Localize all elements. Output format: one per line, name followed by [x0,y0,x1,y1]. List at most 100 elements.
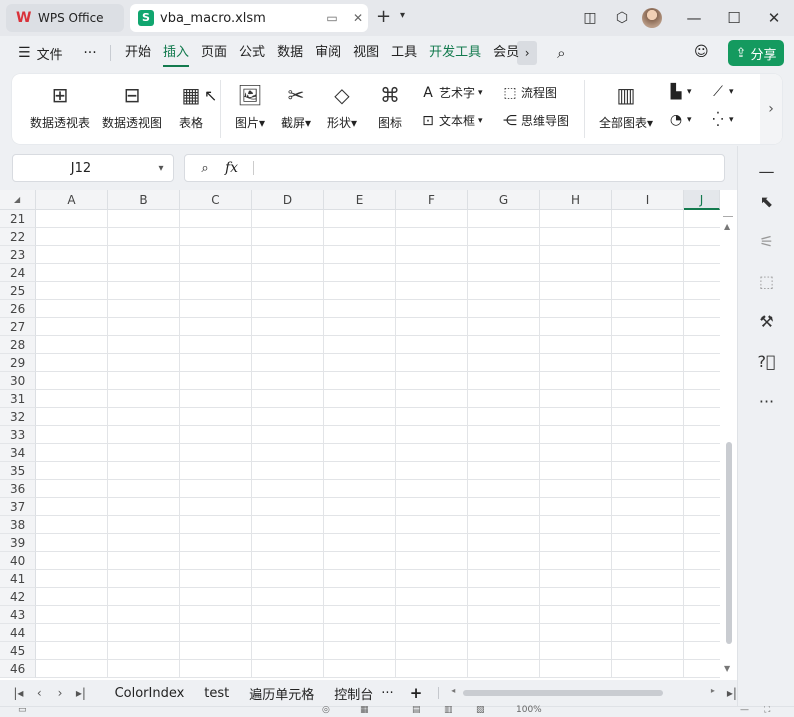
box-icon[interactable]: ⬡ [606,10,638,26]
row-header-33[interactable]: 33 [0,426,36,444]
collapse-panel-icon[interactable]: — [738,162,794,181]
chat-icon[interactable]: ☺ [694,44,709,60]
flowchart-button[interactable]: ⬚ 流程图 [502,84,557,101]
tab-home[interactable]: 开始 [119,36,157,70]
row-header-35[interactable]: 35 [0,462,36,480]
word-art-button[interactable]: A 艺术字 ▾ [420,84,482,101]
formula-bar[interactable]: ⌕ fx [184,154,725,182]
tab-review[interactable]: 审阅 [309,36,347,70]
row-header-39[interactable]: 39 [0,534,36,552]
prev-sheet-icon[interactable]: ‹ [29,686,50,700]
first-sheet-icon[interactable]: |◂ [8,686,29,700]
avatar[interactable] [642,8,662,28]
chevron-down-icon[interactable]: ▾ [400,10,405,21]
vertical-scroll-thumb[interactable] [726,442,732,644]
row-header-21[interactable]: 21 [0,210,36,228]
row-header-24[interactable]: 24 [0,264,36,282]
column-header-d[interactable]: D [252,190,324,210]
add-sheet-plus-icon[interactable]: + [400,684,433,702]
scroll-left-icon[interactable]: ◂ [451,686,455,695]
row-header-34[interactable]: 34 [0,444,36,462]
horizontal-scroll-thumb[interactable] [463,690,664,696]
more-sheets-icon[interactable]: ··· [375,686,399,701]
row-header-40[interactable]: 40 [0,552,36,570]
row-header-41[interactable]: 41 [0,570,36,588]
scatter-chart-button[interactable]: ⁛ ▾ [710,112,733,128]
new-tab-plus-icon[interactable]: + [376,6,391,27]
scroll-up-icon[interactable]: ▲ [724,222,730,231]
tab-data[interactable]: 数据 [271,36,309,70]
mind-map-button[interactable]: ⋲ 思维导图 [502,112,569,129]
column-header-f[interactable]: F [396,190,468,210]
row-header-23[interactable]: 23 [0,246,36,264]
tab-insert[interactable]: 插入 [157,36,195,70]
tab-wps-office[interactable]: W WPS Office [6,4,124,32]
search-icon[interactable]: ⌕ [557,44,565,62]
row-header-43[interactable]: 43 [0,606,36,624]
line-chart-button[interactable]: ⟋ ▾ [710,84,733,100]
row-header-26[interactable]: 26 [0,300,36,318]
pivot-table-button[interactable]: ⊞ 数据透视表 [28,80,92,131]
vertical-scrollbar[interactable]: ▲ ▼ [720,210,737,678]
zoom-level[interactable]: 100% [516,705,542,715]
layout-icon[interactable]: ◫ [574,10,606,26]
close-window-icon[interactable]: ✕ [754,9,794,27]
row-header-36[interactable]: 36 [0,480,36,498]
tab-tools[interactable]: 工具 [385,36,423,70]
tab-formula[interactable]: 公式 [233,36,271,70]
view-eye-icon[interactable]: ◎ [322,705,330,715]
transform-icon[interactable]: ⬚ [738,272,794,291]
pivot-chart-button[interactable]: ⊟ 数据透视图 [100,80,164,131]
picture-button[interactable]: 🖼︎ 图片▾ [230,80,270,131]
row-header-42[interactable]: 42 [0,588,36,606]
row-header-32[interactable]: 32 [0,408,36,426]
minimize-icon[interactable]: — [674,9,714,27]
zoom-minus-icon[interactable]: — [740,705,749,715]
fullscreen-icon[interactable]: ⛶ [764,705,770,715]
zoom-search-icon[interactable]: ⌕ [185,161,225,176]
row-header-31[interactable]: 31 [0,390,36,408]
row-header-45[interactable]: 45 [0,642,36,660]
column-header-i[interactable]: I [612,190,684,210]
view-mode-icon[interactable]: ▦ [360,705,369,715]
share-button[interactable]: ⇪ 分享 [728,40,784,66]
tab-developer[interactable]: 开发工具 [423,36,487,70]
sheet-tab-iterate-cells[interactable]: 遍历单元格 [239,684,324,703]
monitor-icon[interactable]: ▭ [322,11,342,25]
pie-chart-button[interactable]: ◔ ▾ [668,112,692,128]
row-header-30[interactable]: 30 [0,372,36,390]
function-fx-icon[interactable]: fx [225,160,247,176]
next-sheet-icon[interactable]: › [50,686,71,700]
help-icon[interactable]: ?⃝ [738,352,794,371]
name-box[interactable]: J12 ▾ [12,154,174,182]
macro-status-icon[interactable]: ▭ [18,705,27,715]
all-charts-button[interactable]: ▥ 全部图表▾ [596,80,656,131]
sheet-tab-console[interactable]: 控制台 [324,684,375,703]
sheet-tab-colorindex[interactable]: ColorIndex [105,686,195,701]
tab-view[interactable]: 视图 [347,36,385,70]
row-header-28[interactable]: 28 [0,336,36,354]
tab-workbook[interactable]: S vba_macro.xlsm ▭ ✕ [130,4,368,32]
row-header-44[interactable]: 44 [0,624,36,642]
more-icon[interactable]: ··· [70,45,110,61]
tab-member[interactable]: 会员 [487,36,523,70]
select-all-corner[interactable]: ◢ [0,190,36,210]
adjust-sliders-icon[interactable]: ⚟ [738,232,794,251]
page-break-icon[interactable]: ▧ [476,705,485,715]
row-header-38[interactable]: 38 [0,516,36,534]
normal-view-icon[interactable]: ▤ [412,705,421,715]
row-header-29[interactable]: 29 [0,354,36,372]
page-layout-icon[interactable]: ▥ [444,705,453,715]
column-header-e[interactable]: E [324,190,396,210]
ribbon-expand-chevron-right-icon[interactable]: › [760,74,782,144]
more-options-icon[interactable]: ··· [738,392,794,411]
scroll-down-icon[interactable]: ▼ [724,664,730,673]
file-menu-button[interactable]: ☰ 文件 [0,44,70,63]
column-header-h[interactable]: H [540,190,612,210]
tab-page[interactable]: 页面 [195,36,233,70]
screenshot-button[interactable]: ✂ 截屏▾ [276,80,316,131]
scroll-right-icon[interactable]: ▸ [711,686,715,695]
maximize-icon[interactable]: ☐ [714,9,754,27]
close-tab-icon[interactable]: ✕ [348,11,368,25]
sheet-tab-test[interactable]: test [194,686,239,701]
